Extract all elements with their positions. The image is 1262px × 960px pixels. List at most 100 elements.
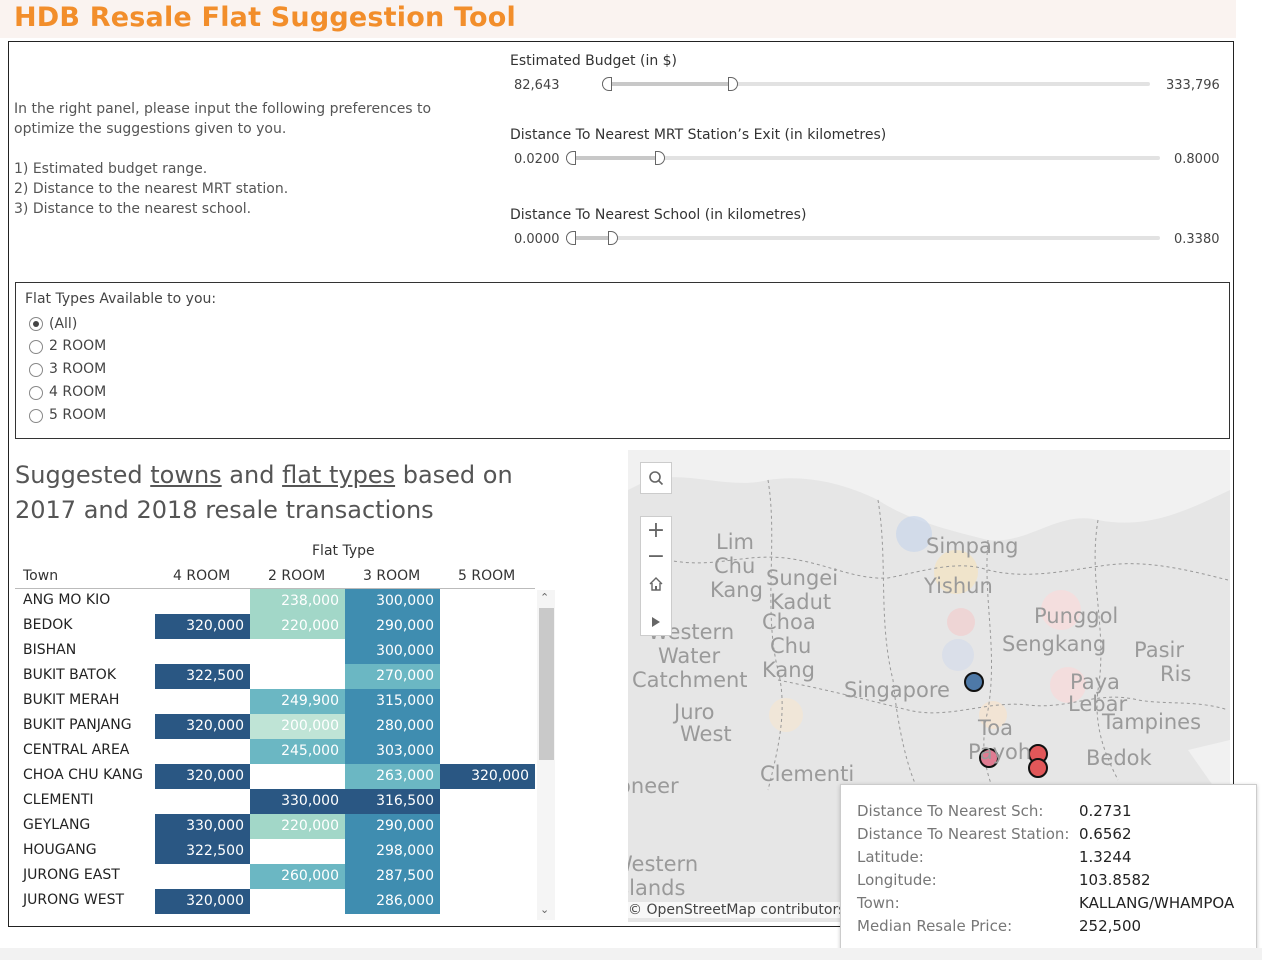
radio-4-room[interactable] (29, 386, 43, 400)
town-cell: CHOA CHU KANG (23, 767, 143, 783)
map-label: Islands (628, 876, 686, 900)
price-cell[interactable]: 286,000 (345, 889, 440, 914)
tooltip-key: Distance To Nearest Sch: (857, 802, 1044, 820)
radio-label-2-room[interactable]: 2 ROOM (49, 338, 106, 354)
zoom-in-button[interactable]: + (640, 518, 672, 543)
instruction-item-school: 3) Distance to the nearest school. (14, 201, 252, 217)
town-cell: JURONG EAST (23, 867, 120, 883)
map-attribution[interactable]: © OpenStreetMap contributors (628, 902, 846, 918)
price-cell[interactable]: 249,900 (250, 689, 345, 714)
tooltip-key: Longitude: (857, 871, 937, 889)
price-cell[interactable]: 238,000 (250, 589, 345, 614)
price-cell[interactable]: 220,000 (250, 814, 345, 839)
table-body: ANG MO KIO 238,000 300,000 BEDOK 320,000 220,… (15, 589, 537, 920)
town-cell: HOUGANG (23, 842, 97, 858)
map-label: Kang (710, 578, 763, 602)
school-min-value: 0.0000 (514, 232, 560, 247)
heading-line2: 2017 and 2018 resale transactions (15, 496, 434, 524)
price-cell[interactable]: 200,000 (250, 714, 345, 739)
map-tooltip: Distance To Nearest Sch: 0.2731 Distance… (840, 784, 1257, 952)
map-label: Singapore (844, 678, 950, 702)
tooltip-key: Latitude: (857, 848, 924, 866)
map-label: Bedok (1086, 746, 1152, 770)
school-slider-label: Distance To Nearest School (in kilometre… (510, 207, 807, 223)
radio-label-4-room[interactable]: 4 ROOM (49, 384, 106, 400)
map-marker-red (1028, 758, 1048, 778)
map-label: Ris (1160, 662, 1192, 686)
price-cell[interactable]: 320,000 (440, 764, 535, 789)
map-label: Catchment (632, 668, 748, 692)
price-cell[interactable]: 270,000 (345, 664, 440, 689)
tooltip-key: Distance To Nearest Station: (857, 825, 1070, 843)
expand-toolbar-button[interactable] (650, 613, 662, 632)
radio-label-3-room[interactable]: 3 ROOM (49, 361, 106, 377)
map-search-button[interactable] (640, 462, 672, 494)
price-cell[interactable]: 322,500 (155, 839, 250, 864)
budget-max-value: 333,796 (1166, 78, 1220, 93)
price-cell[interactable]: 320,000 (155, 714, 250, 739)
school-slider-track[interactable] (566, 236, 1160, 240)
zoom-out-button[interactable]: − (640, 544, 672, 569)
price-cell[interactable]: 260,000 (250, 864, 345, 889)
radio-5-room[interactable] (29, 409, 43, 423)
map-label: Payoh (968, 740, 1032, 764)
price-cell[interactable]: 290,000 (345, 814, 440, 839)
price-cell[interactable]: 330,000 (155, 814, 250, 839)
tooltip-value: 103.8582 (1079, 871, 1151, 889)
heading-part: Suggested (15, 461, 151, 489)
town-cell: JURONG WEST (23, 892, 125, 908)
price-cell[interactable]: 263,000 (345, 764, 440, 789)
price-cell[interactable]: 320,000 (155, 889, 250, 914)
price-cell[interactable]: 220,000 (250, 614, 345, 639)
tooltip-value: 0.2731 (1079, 802, 1132, 820)
price-cell[interactable]: 316,500 (345, 789, 440, 814)
price-cell[interactable]: 245,000 (250, 739, 345, 764)
radio-3-room[interactable] (29, 363, 43, 377)
mrt-slider-min-handle[interactable] (566, 151, 576, 165)
bottom-toolbar (0, 948, 1262, 960)
tooltip-value: 1.3244 (1079, 848, 1132, 866)
suggestions-heading: Suggested towns and flat types based on … (15, 458, 513, 528)
column-header-4-room: 4 ROOM (173, 568, 231, 584)
price-cell[interactable]: 320,000 (155, 764, 250, 789)
price-cell[interactable]: 298,000 (345, 839, 440, 864)
school-slider-min-handle[interactable] (566, 231, 576, 245)
price-cell[interactable]: 280,000 (345, 714, 440, 739)
budget-slider-label: Estimated Budget (in $) (510, 53, 678, 69)
table-scrollbar-thumb[interactable] (539, 608, 554, 760)
scroll-down-icon[interactable]: ⌄ (540, 903, 549, 916)
home-button[interactable] (648, 576, 664, 596)
radio-label-all[interactable]: (All) (49, 316, 77, 332)
price-cell[interactable]: 290,000 (345, 614, 440, 639)
map-label: Pioneer (628, 774, 679, 798)
map-label: Simpang (926, 534, 1019, 558)
price-cell[interactable]: 320,000 (155, 614, 250, 639)
price-cell[interactable]: 300,000 (345, 589, 440, 614)
radio-label-5-room[interactable]: 5 ROOM (49, 407, 106, 423)
heading-flat-types: flat types (282, 461, 396, 489)
price-cell[interactable]: 315,000 (345, 689, 440, 714)
budget-slider-min-handle[interactable] (602, 77, 612, 91)
price-cell[interactable]: 322,500 (155, 664, 250, 689)
tooltip-key: Median Resale Price: (857, 917, 1013, 935)
radio-all[interactable] (29, 317, 43, 331)
map-label: Choa (762, 610, 816, 634)
mrt-min-value: 0.0200 (514, 152, 560, 167)
mrt-slider-label: Distance To Nearest MRT Station’s Exit (… (510, 127, 887, 143)
heading-towns: towns (150, 461, 222, 489)
radio-2-room[interactable] (29, 340, 43, 354)
column-header-2-room: 2 ROOM (268, 568, 326, 584)
price-cell[interactable]: 303,000 (345, 739, 440, 764)
map-label: Pasir (1134, 638, 1184, 662)
town-cell: CENTRAL AREA (23, 742, 130, 758)
home-icon (649, 577, 663, 591)
scroll-up-icon[interactable]: ⌃ (540, 591, 549, 604)
map-label: Yishun (924, 574, 993, 598)
price-cell[interactable]: 287,500 (345, 864, 440, 889)
map-label: Lim (716, 530, 754, 554)
tooltip-key: Town: (857, 894, 900, 912)
price-cell[interactable]: 330,000 (250, 789, 345, 814)
price-cell[interactable]: 300,000 (345, 639, 440, 664)
map-label: Sengkang (1002, 632, 1107, 656)
map-label: Western (628, 852, 699, 876)
